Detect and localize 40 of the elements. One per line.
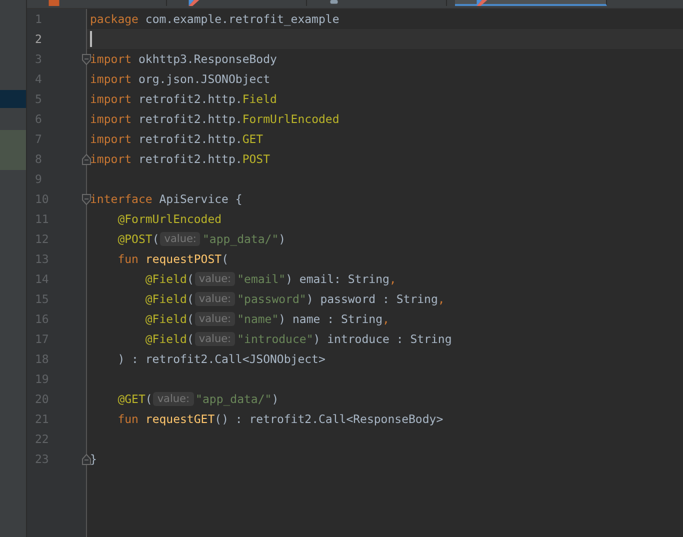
code-text: package com.example.retrofit_example xyxy=(90,12,340,26)
code-text: @Field( xyxy=(144,272,194,286)
parameter-hint: value: xyxy=(194,332,236,346)
fold-icon[interactable] xyxy=(82,454,91,464)
parameter-hint: value: xyxy=(160,232,200,246)
code-text: @Field( xyxy=(144,312,194,326)
code-text: @POST( xyxy=(116,232,160,246)
code-text: @FormUrlEncoded xyxy=(116,212,222,226)
code-text: fun requestPOST( xyxy=(116,252,228,266)
kotlin-file-icon xyxy=(475,0,489,6)
code-text: "email") email: String, xyxy=(237,272,396,286)
code-text: @Field( xyxy=(144,292,194,306)
file-icon xyxy=(47,0,61,6)
parameter-hint: value: xyxy=(153,392,194,406)
code-text: "app_data/") xyxy=(202,232,286,246)
kotlin-file-icon xyxy=(187,0,201,6)
code-text: @GET( xyxy=(116,392,152,406)
code-text: @Field( xyxy=(144,332,194,346)
code-text: "app_data/") xyxy=(196,392,279,406)
fold-icon[interactable] xyxy=(82,54,91,64)
code-text: import okhttp3.ResponseBody xyxy=(90,52,277,66)
code-text: fun requestGET() : retrofit2.Call<ResponseBody> xyxy=(116,412,444,426)
code-text: } xyxy=(90,452,97,466)
code-text: import retrofit2.http.GET xyxy=(90,132,264,146)
code-text: import retrofit2.http.Field xyxy=(90,92,277,106)
parameter-hint: value: xyxy=(194,312,236,326)
code-text: interface ApiService { xyxy=(90,192,242,206)
editor-tab[interactable] xyxy=(455,0,607,6)
line-number: 2 xyxy=(35,32,43,46)
code-text: "password") password : String, xyxy=(237,292,445,306)
code-text: ) : retrofit2.Call<JSONObject> xyxy=(116,352,326,366)
parameter-hint: value: xyxy=(194,272,236,286)
code-text: import retrofit2.http.FormUrlEncoded xyxy=(90,112,340,126)
code-text: "name") name : String, xyxy=(237,312,390,326)
code-text: "introduce") introduce : String xyxy=(237,332,452,346)
code-text: import org.json.JSONObject xyxy=(90,72,270,86)
parameter-hint: value: xyxy=(194,292,236,306)
fold-icon[interactable] xyxy=(82,194,91,204)
fold-icon[interactable] xyxy=(82,154,91,164)
code-text: import retrofit2.http.POST xyxy=(90,152,270,166)
